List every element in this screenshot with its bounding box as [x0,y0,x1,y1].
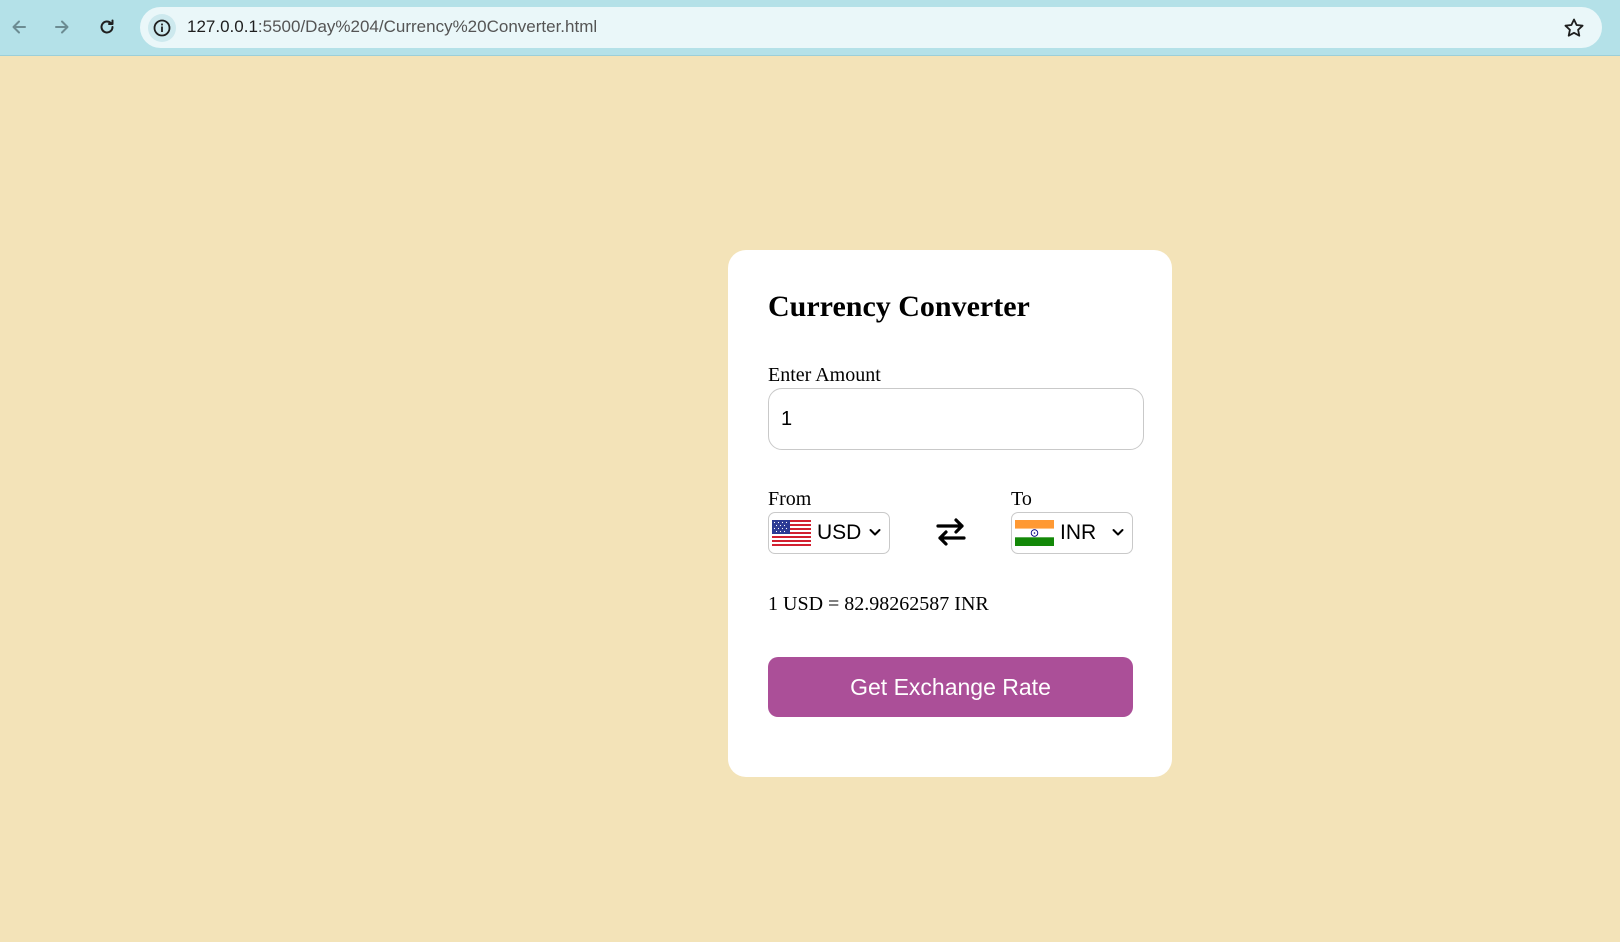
from-currency-code: USD [817,521,862,544]
back-button[interactable] [4,12,34,42]
get-exchange-rate-button[interactable]: Get Exchange Rate [768,657,1133,717]
chevron-down-icon [869,529,881,536]
reload-icon [100,19,114,34]
to-currency-code: INR [1060,521,1097,544]
to-currency-select[interactable]: INR [1011,512,1133,554]
url-host: 127.0.0.1 [187,17,258,36]
swap-arrows-icon[interactable] [934,516,968,548]
us-flag-icon [772,520,811,546]
arrow-left-icon [12,20,26,34]
exchange-rate-text: 1 USD = 82.98262587 INR [768,593,989,615]
amount-input[interactable] [768,388,1144,450]
converter-card: Currency Converter Enter Amount From USD [728,250,1172,777]
india-flag-icon [1015,520,1054,546]
address-bar[interactable]: 127.0.0.1:5500/Day%204/Currency%20Conver… [140,7,1602,48]
arrow-right-icon [55,20,69,34]
from-currency-select[interactable]: USD [768,512,890,554]
browser-toolbar: 127.0.0.1:5500/Day%204/Currency%20Conver… [0,0,1620,56]
bookmark-star-icon[interactable] [1562,16,1586,40]
site-info-icon[interactable] [148,14,176,42]
chevron-down-icon [1112,529,1124,536]
to-label: To [1011,488,1032,510]
page-title: Currency Converter [768,290,1030,323]
url-path: :5500/Day%204/Currency%20Converter.html [257,17,598,36]
from-label: From [768,488,812,510]
url-text: 127.0.0.1:5500/Day%204/Currency%20Conver… [187,17,597,37]
amount-label: Enter Amount [768,364,881,386]
reload-button[interactable] [92,12,122,42]
forward-button[interactable] [47,12,77,42]
